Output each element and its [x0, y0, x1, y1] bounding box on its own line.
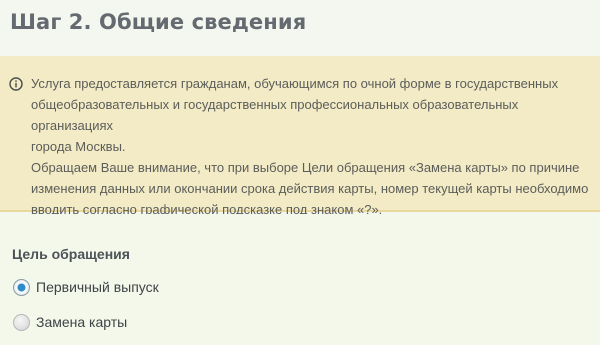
radio-label-first-issue: Первичный выпуск — [36, 279, 159, 295]
radio-button-checked[interactable] — [13, 278, 30, 296]
page-title: Шаг 2. Общие сведения — [10, 10, 307, 34]
notice-text: Услуга предоставляется гражданам, обучаю… — [31, 73, 597, 220]
radio-button-unchecked[interactable] — [13, 313, 30, 331]
notice-paragraph-card-replacement: Обращаем Ваше внимание, что при выборе Ц… — [31, 160, 589, 217]
info-icon — [9, 77, 23, 91]
notice-paragraph-eligibility: Услуга предоставляется гражданам, обучаю… — [31, 76, 559, 154]
radio-label-card-replacement: Замена карты — [36, 314, 128, 330]
application-purpose-form: Цель обращения Первичный выпуск Замена к… — [0, 214, 600, 345]
purpose-field-label: Цель обращения — [12, 246, 130, 262]
page-header: Шаг 2. Общие сведения — [0, 0, 600, 50]
radio-option-first-issue[interactable]: Первичный выпуск — [13, 276, 159, 298]
radio-option-card-replacement[interactable]: Замена карты — [13, 311, 127, 333]
info-notice: Услуга предоставляется гражданам, обучаю… — [0, 56, 600, 217]
